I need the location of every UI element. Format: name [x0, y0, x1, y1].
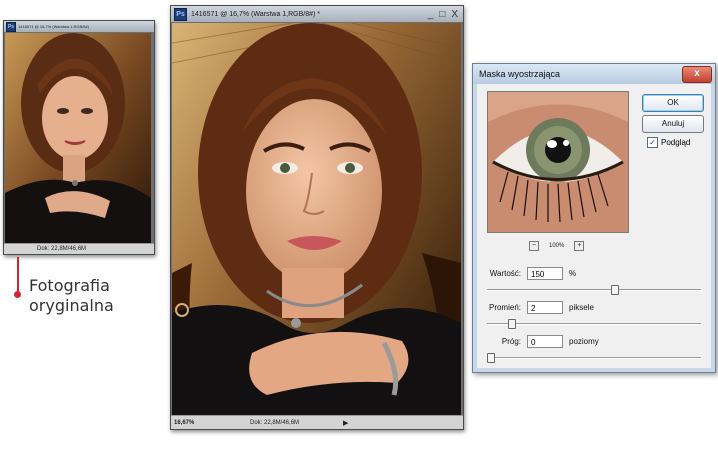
document-window-titlebar[interactable]: Ps 1416571 @ 16,7% (Warstwa 1,RGB/8#) * … [171, 6, 463, 22]
minimize-icon[interactable]: _ [428, 9, 434, 20]
original-photo-window[interactable]: Ps 1416571 @ 16,7% (Warstwa 1,RGB/8#) Do… [3, 20, 155, 255]
document-statusbar: 16,67% Dok: 22,8M/46,6M ▶ [171, 415, 463, 429]
threshold-slider[interactable] [487, 353, 701, 363]
photoshop-icon: Ps [174, 7, 187, 21]
caption-line-1: Fotografia [29, 276, 110, 295]
radius-unit: piksele [569, 303, 594, 312]
original-status-text: Dok: 22,8M/46,6M [37, 246, 87, 252]
dialog-titlebar[interactable]: Maska wyostrzająca [473, 64, 715, 84]
preview-zoom-level: 100% [549, 243, 565, 249]
preview-checkbox-row[interactable]: ✓ Podgląd [647, 137, 690, 148]
caption-marker-line [17, 257, 19, 295]
radius-slider[interactable] [487, 319, 701, 329]
close-icon[interactable]: X [451, 9, 458, 20]
document-window-title: 1416571 @ 16,7% (Warstwa 1,RGB/8#) * [191, 10, 321, 18]
threshold-input[interactable]: 0 [527, 335, 563, 348]
zoom-out-button[interactable]: − [529, 241, 539, 251]
amount-slider-thumb[interactable] [611, 285, 619, 295]
amount-unit: % [569, 269, 577, 278]
dialog-body: OK Anuluj ✓ Podgląd − 100% + Wartość: 15… [477, 84, 711, 368]
document-photo [172, 23, 461, 415]
radius-input[interactable]: 2 [527, 301, 563, 314]
zoom-level-field[interactable]: 16,67% [171, 420, 211, 426]
radius-label: Promień: [488, 303, 521, 312]
original-photo [5, 33, 151, 243]
document-window[interactable]: Ps 1416571 @ 16,7% (Warstwa 1,RGB/8#) * … [170, 5, 464, 430]
amount-label: Wartość: [489, 269, 521, 278]
radius-slider-thumb[interactable] [508, 319, 516, 329]
preview-checkbox[interactable]: ✓ [647, 137, 658, 148]
threshold-unit: poziomy [569, 337, 599, 346]
original-portrait-image [5, 33, 151, 243]
amount-slider[interactable] [487, 285, 701, 295]
original-window-titlebar[interactable]: Ps 1416571 @ 16,7% (Warstwa 1,RGB/8#) [4, 21, 154, 32]
amount-input[interactable]: 150 [527, 267, 563, 280]
photoshop-icon: Ps [6, 21, 16, 32]
threshold-label: Próg: [501, 337, 521, 346]
maximize-icon[interactable]: □ [439, 9, 445, 20]
portrait-image [172, 23, 461, 415]
ok-button[interactable]: OK [642, 94, 704, 112]
threshold-slider-thumb[interactable] [487, 353, 495, 363]
status-text: Dok: 22,8M/46,6M [250, 419, 300, 426]
filter-preview[interactable] [487, 91, 629, 233]
caption-marker-dot [14, 291, 21, 298]
original-photo-caption: Fotografia oryginalna [29, 276, 114, 316]
dialog-close-button[interactable]: x [682, 66, 712, 83]
original-window-title: 1416571 @ 16,7% (Warstwa 1,RGB/8#) [18, 24, 90, 29]
cancel-button[interactable]: Anuluj [642, 115, 704, 133]
dialog-title: Maska wyostrzająca [479, 69, 561, 79]
preview-checkbox-label: Podgląd [661, 138, 691, 147]
zoom-in-button[interactable]: + [574, 241, 585, 251]
status-menu-arrow-icon[interactable]: ▶ [340, 419, 351, 427]
caption-line-2: oryginalna [29, 296, 114, 315]
unsharp-mask-dialog[interactable]: Maska wyostrzająca x OK Anuluj ✓ Podgląd… [472, 63, 716, 373]
eye-preview-image [488, 92, 628, 232]
preview-zoom-controls: − 100% + [529, 241, 585, 251]
original-window-statusbar: Dok: 22,8M/46,6M [4, 243, 154, 254]
